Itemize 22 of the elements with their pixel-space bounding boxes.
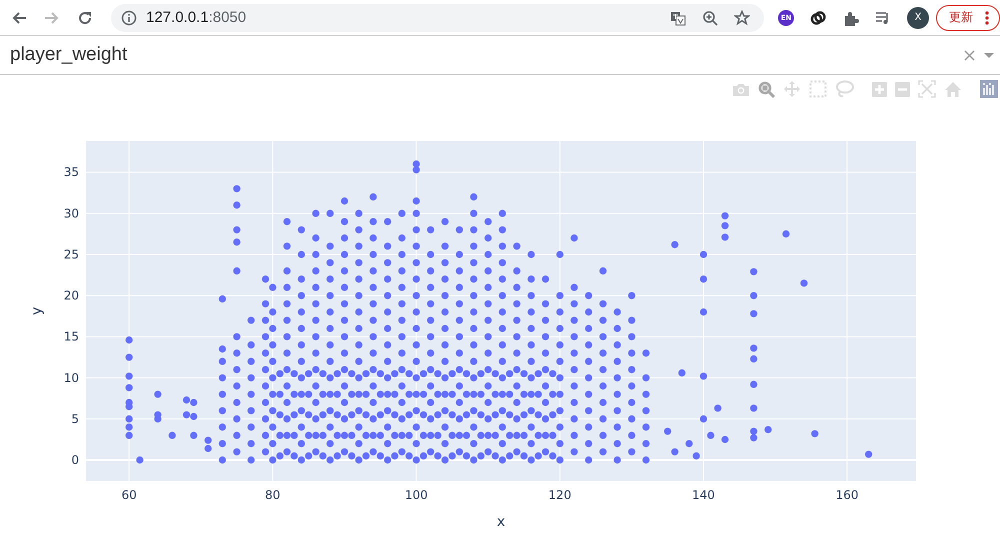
address-bar[interactable]: 127.0.0.1:8050	[111, 4, 764, 32]
tick-label: 20	[64, 288, 79, 303]
tick-label: 80	[265, 488, 280, 502]
profile-avatar[interactable]: X	[907, 6, 929, 28]
tick-label: 35	[64, 165, 79, 180]
tick-label: 10	[64, 370, 79, 385]
tick-label: 0	[71, 453, 79, 468]
tick-label: 25	[64, 247, 79, 262]
dropdown-value: player_weight	[10, 44, 128, 66]
tick-label: 15	[64, 330, 79, 344]
tick-label: 5	[71, 412, 79, 426]
tick-label: 160	[836, 488, 859, 502]
axis-title: y	[29, 306, 45, 316]
tick-label: 140	[692, 488, 715, 502]
axis-title: x	[496, 514, 506, 530]
tick-label: 120	[548, 488, 572, 502]
update-button[interactable]: 更新	[936, 4, 1000, 30]
tick-label: 100	[404, 488, 428, 502]
tick-label: 30	[64, 206, 79, 220]
url-text: 127.0.0.1:8050	[146, 9, 246, 26]
tick-label: 60	[121, 488, 137, 502]
dropdown-field[interactable]: player_weight	[0, 36, 1000, 75]
